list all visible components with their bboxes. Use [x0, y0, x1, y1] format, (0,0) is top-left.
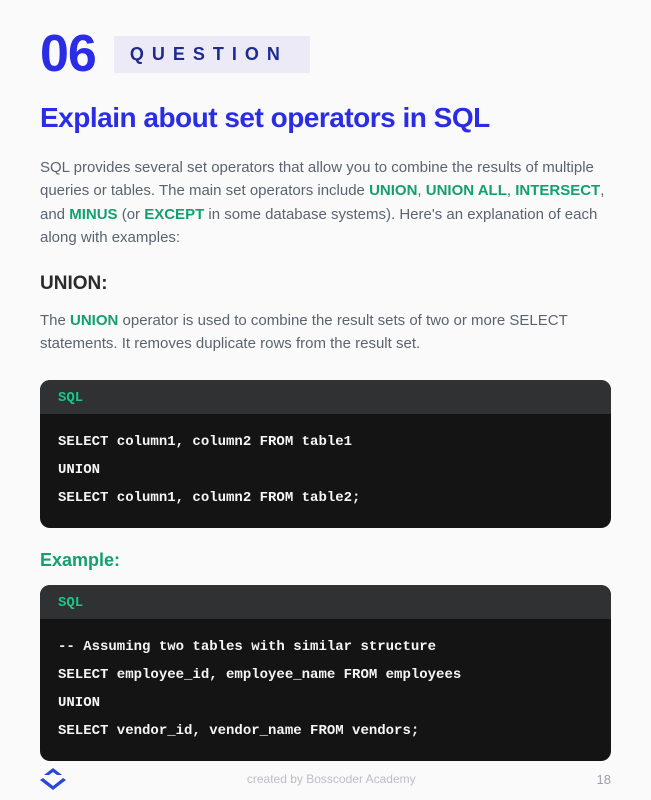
keyword-union-inline: UNION: [70, 312, 118, 329]
page-title: Explain about set operators in SQL: [40, 102, 611, 134]
keyword-intersect: INTERSECT: [515, 182, 600, 199]
keyword-except: EXCEPT: [144, 206, 204, 223]
union-description: The UNION operator is used to combine th…: [40, 309, 611, 356]
question-label: QUESTION: [114, 36, 310, 73]
footer-credit: created by Bosscoder Academy: [66, 772, 597, 786]
logo-icon: [40, 768, 66, 790]
code-block-header: SQL: [40, 585, 611, 619]
keyword-minus: MINUS: [69, 206, 117, 223]
keyword-union-all: UNION ALL: [426, 182, 507, 199]
desc-text: The: [40, 312, 70, 329]
code-language-label: SQL: [58, 595, 83, 611]
page-number: 18: [597, 772, 611, 787]
question-header: 06 QUESTION: [40, 28, 611, 80]
code-block-example: SQL -- Assuming two tables with similar …: [40, 585, 611, 761]
footer-logo: [40, 768, 66, 790]
example-heading: Example:: [40, 550, 611, 571]
section-heading-union: UNION:: [40, 273, 611, 295]
code-block-union: SQL SELECT column1, column2 FROM table1 …: [40, 380, 611, 528]
intro-text: (or: [118, 206, 145, 223]
page-footer: created by Bosscoder Academy 18: [40, 768, 611, 790]
intro-text: ,: [507, 182, 515, 199]
intro-text: ,: [417, 182, 425, 199]
desc-text: operator is used to combine the result s…: [40, 312, 567, 352]
code-language-label: SQL: [58, 390, 83, 406]
intro-paragraph: SQL provides several set operators that …: [40, 156, 611, 249]
question-number: 06: [40, 28, 96, 80]
keyword-union: UNION: [369, 182, 417, 199]
code-block-header: SQL: [40, 380, 611, 414]
code-body: -- Assuming two tables with similar stru…: [40, 619, 611, 761]
code-body: SELECT column1, column2 FROM table1 UNIO…: [40, 414, 611, 528]
